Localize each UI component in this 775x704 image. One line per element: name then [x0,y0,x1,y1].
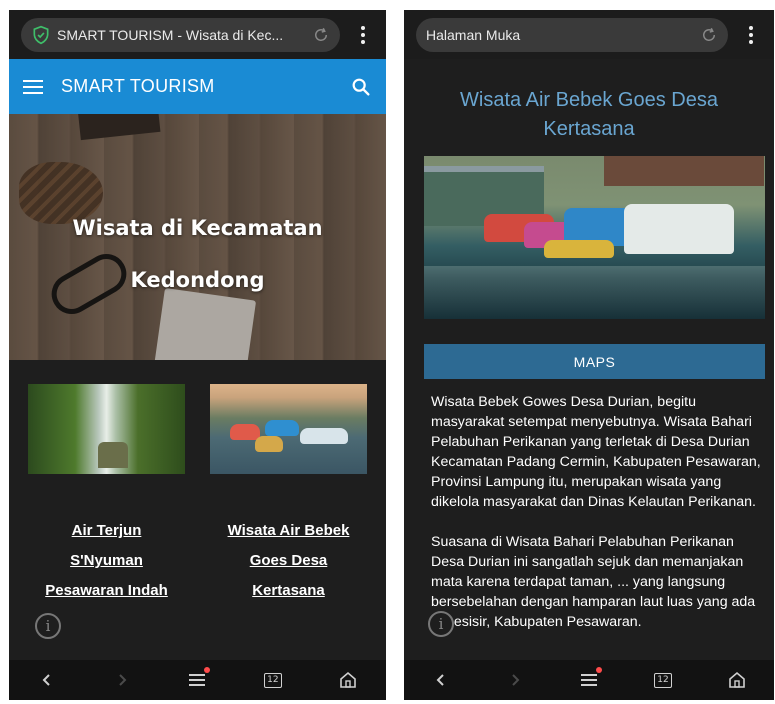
hero-title-line1: Wisata di Kecamatan [72,216,323,240]
reload-icon[interactable] [700,26,718,44]
address-bar[interactable]: Halaman Muka [416,17,728,52]
home-icon[interactable] [719,662,755,698]
card-link-line[interactable]: Goes Desa [210,546,367,576]
search-icon[interactable] [350,76,372,98]
card-link-air-terjun[interactable]: Air Terjun S'Nyuman Pesawaran Indah [28,516,185,606]
browser-toolbar: Halaman Muka [404,10,774,59]
card-link-wisata-air-bebek[interactable]: Wisata Air Bebek Goes Desa Kertasana [210,516,367,606]
article-paragraph: Suasana di Wisata Bahari Pelabuhan Perik… [431,534,756,630]
info-icon[interactable]: i [35,613,61,639]
waterfall-image[interactable] [28,384,185,474]
info-icon[interactable]: i [428,611,454,637]
bottom-navigation: 12 [404,660,774,700]
forward-icon[interactable] [104,662,140,698]
tabs-icon[interactable]: 12 [255,662,291,698]
phone-screen-right: Halaman Muka Wisata Air Bebek Goes Desa … [404,10,774,700]
card-link-line[interactable]: Pesawaran Indah [28,576,185,606]
tabs-icon[interactable]: 12 [645,662,681,698]
card-link-line[interactable]: S'Nyuman [28,546,185,576]
hero-banner: Wisata di Kecamatan Kedondong [9,114,386,360]
shield-check-icon [33,25,49,44]
tab-count: 12 [263,672,282,688]
home-icon[interactable] [330,662,366,698]
notification-dot [596,667,602,673]
reload-icon[interactable] [312,26,330,44]
kebab-menu-icon[interactable] [740,18,762,52]
menu-icon[interactable] [571,662,607,698]
app-header: SMART TOURISM [9,59,386,114]
menu-icon[interactable] [179,662,215,698]
phone-screen-left: SMART TOURISM - Wisata di Kec... SMART T… [9,10,386,700]
back-icon[interactable] [29,662,65,698]
back-icon[interactable] [423,662,459,698]
hamburger-icon[interactable] [23,79,43,94]
article-paragraph: Wisata Bebek Gowes Desa Durian, begitu m… [431,394,761,510]
kebab-menu-icon[interactable] [352,18,374,52]
article-body: Wisata Bebek Gowes Desa Durian, begitu m… [431,392,762,652]
url-text: SMART TOURISM - Wisata di Kec... [57,26,284,43]
card-link-line[interactable]: Air Terjun [28,516,185,546]
duck-boat-image[interactable] [210,384,367,474]
notification-dot [204,667,211,673]
browser-toolbar: SMART TOURISM - Wisata di Kec... [9,10,386,59]
forward-icon[interactable] [497,662,533,698]
maps-button[interactable]: MAPS [424,344,765,379]
duck-boats-photo [424,156,765,319]
app-title: SMART TOURISM [61,76,215,96]
card-link-line[interactable]: Wisata Air Bebek [210,516,367,546]
bottom-navigation: 12 [9,660,386,700]
address-bar[interactable]: SMART TOURISM - Wisata di Kec... [21,17,340,52]
hero-title-line2: Kedondong [130,268,265,292]
hero-title: Wisata di Kecamatan Kedondong [9,202,386,306]
tab-count: 12 [654,672,672,688]
card-link-line[interactable]: Kertasana [210,576,367,606]
article-title: Wisata Air Bebek Goes Desa Kertasana [460,89,718,140]
url-text: Halaman Muka [426,26,521,43]
